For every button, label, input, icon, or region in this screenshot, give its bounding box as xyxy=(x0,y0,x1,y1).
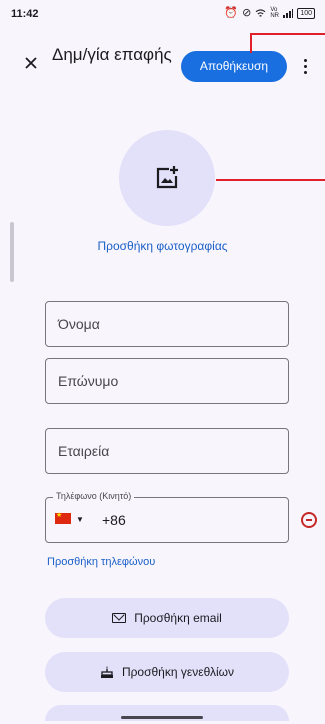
more-options-button[interactable] xyxy=(296,52,314,80)
annotation-line xyxy=(250,33,252,53)
add-email-button[interactable]: Προσθήκη email xyxy=(45,598,289,638)
close-button[interactable] xyxy=(20,52,42,74)
add-photo-button[interactable] xyxy=(119,130,215,226)
first-name-placeholder: Όνομα xyxy=(58,316,100,332)
page-title: Δημ/γία επαφής xyxy=(52,45,172,64)
scroll-indicator xyxy=(10,222,14,282)
add-phone-link[interactable]: Προσθήκη τηλεφώνου xyxy=(47,556,155,568)
phone-field[interactable]: Τηλέφωνο (Κινητό) ▼ +86 xyxy=(45,491,289,543)
save-button[interactable]: Αποθήκευση xyxy=(181,51,287,82)
phone-field-label: Τηλέφωνο (Κινητό) xyxy=(53,491,135,501)
company-placeholder: Εταιρεία xyxy=(58,443,110,459)
alarm-icon: ⏰ xyxy=(224,6,239,19)
status-time: 11:42 xyxy=(11,8,39,20)
network-type: Vo NR xyxy=(270,7,279,19)
home-indicator[interactable] xyxy=(121,716,203,719)
last-name-placeholder: Επώνυμο xyxy=(58,373,119,389)
dropdown-caret-icon[interactable]: ▼ xyxy=(76,515,84,524)
add-email-label: Προσθήκη email xyxy=(134,611,222,625)
wifi-icon xyxy=(255,8,266,17)
add-birthday-label: Προσθήκη γενεθλίων xyxy=(121,665,235,679)
close-icon xyxy=(25,57,37,69)
add-photo-link[interactable]: Προσθήκη φωτογραφίας xyxy=(60,239,265,253)
last-name-field[interactable]: Επώνυμο xyxy=(45,358,289,404)
status-icons: ⏰ ⊘ Vo NR 100 xyxy=(224,7,315,19)
remove-phone-button[interactable] xyxy=(301,512,317,528)
mail-icon xyxy=(112,613,127,623)
first-name-field[interactable]: Όνομα xyxy=(45,301,289,347)
flag-china-icon[interactable] xyxy=(55,511,71,524)
status-bar: 11:42 ⏰ ⊘ Vo NR 100 xyxy=(0,0,325,24)
battery-indicator: 100 xyxy=(297,7,315,19)
signal-icon xyxy=(283,8,294,18)
company-field[interactable]: Εταιρεία xyxy=(45,428,289,474)
add-photo-icon xyxy=(156,166,178,189)
annotation-line xyxy=(250,33,325,35)
add-birthday-button[interactable]: Προσθήκη γενεθλίων xyxy=(45,652,289,692)
annotation-line xyxy=(216,179,325,181)
cake-icon xyxy=(100,666,113,678)
phone-country-code: +86 xyxy=(102,512,126,528)
more-vert-icon xyxy=(303,58,307,62)
do-not-disturb-icon: ⊘ xyxy=(242,6,252,19)
